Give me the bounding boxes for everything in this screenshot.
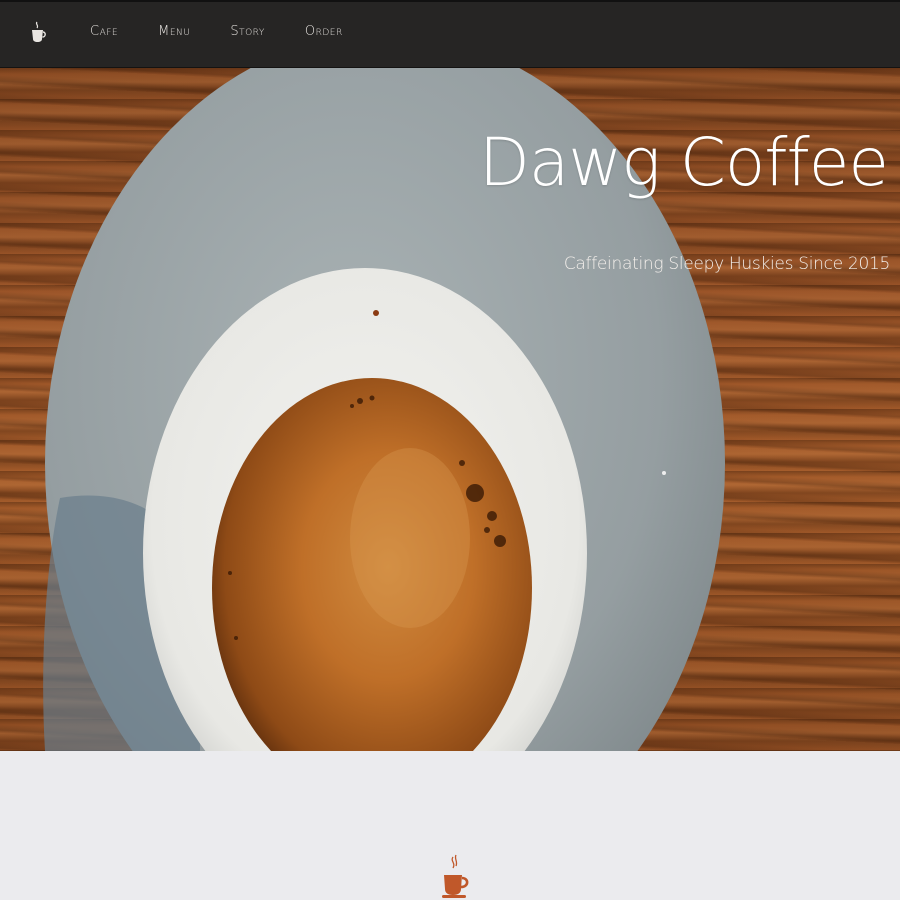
top-navbar: Cafe Menu Story Order xyxy=(0,0,900,68)
nav-link-order[interactable]: Order xyxy=(305,24,343,39)
hero-banner: Dawg Coffee Caffeinating Sleepy Huskies … xyxy=(0,68,900,751)
content-section xyxy=(0,751,900,900)
nav-link-menu[interactable]: Menu xyxy=(158,24,190,39)
coffee-cup-icon[interactable] xyxy=(28,20,48,44)
coffee-cup-icon xyxy=(441,853,471,899)
nav-link-story[interactable]: Story xyxy=(230,24,265,39)
hero-subtitle: Caffeinating Sleepy Huskies Since 2015 xyxy=(563,254,890,274)
hero-title: Dawg Coffee xyxy=(479,124,889,201)
nav-link-cafe[interactable]: Cafe xyxy=(90,24,118,39)
